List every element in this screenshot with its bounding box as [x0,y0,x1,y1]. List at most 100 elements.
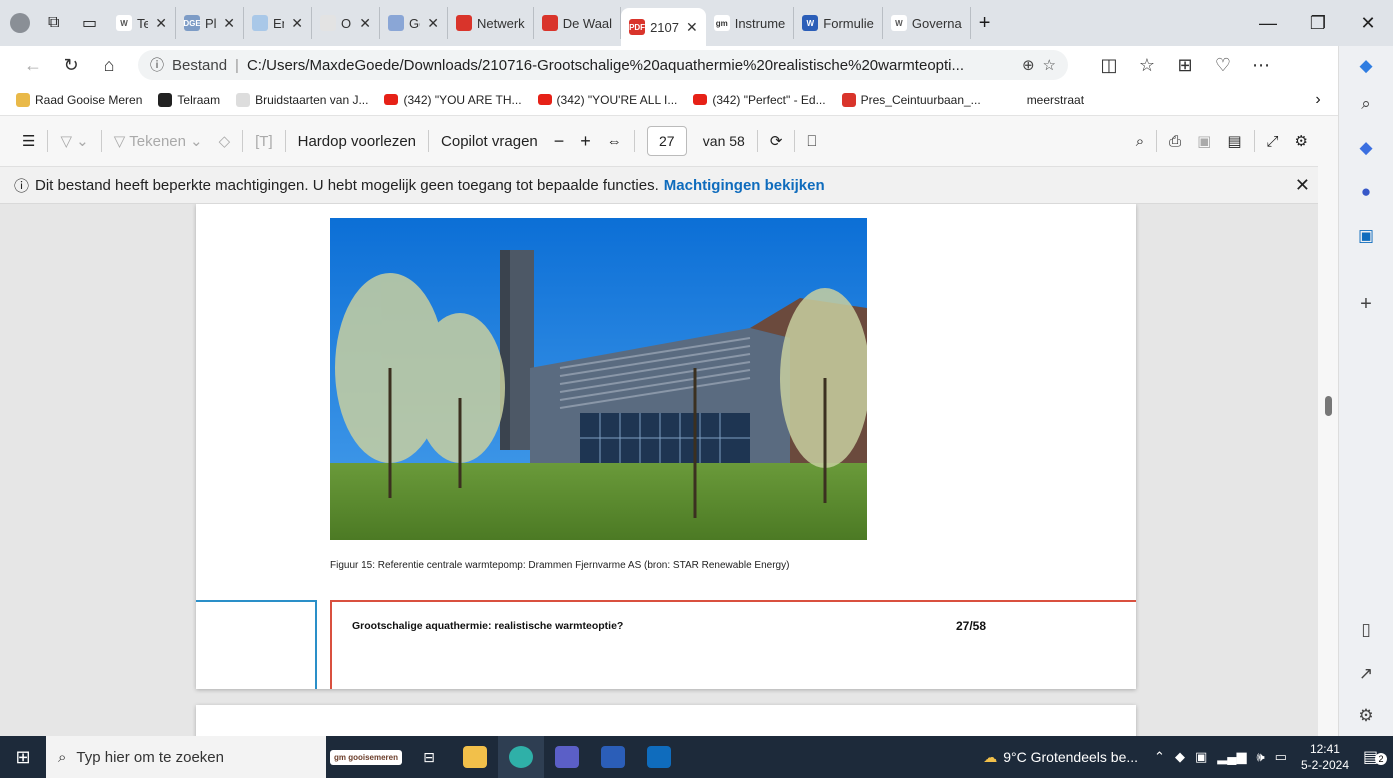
browser-tab[interactable]: W Terr ✕ [108,7,176,39]
view-permissions-link[interactable]: Machtigingen bekijken [664,177,825,194]
gooisemeren-app[interactable]: gm gooisemeren [326,736,406,778]
search-sidebar-icon[interactable]: ⌕ [1352,90,1380,118]
weather-widget[interactable]: ☁ 9°C Grotendeels be... [983,749,1138,766]
wifi-icon[interactable]: ▂▄▆ [1217,749,1246,765]
copilot-button[interactable]: Copilot vragen [433,133,546,150]
browser-tab[interactable]: Ont ✕ [312,7,380,39]
scrollbar-thumb[interactable] [1325,396,1332,416]
browser-tab[interactable]: gm Instrume [706,7,795,39]
favorite-item[interactable]: (342) "YOU ARE TH... [378,93,527,107]
favorite-item[interactable]: Bruidstaarten van J... [230,92,374,107]
browser-tab[interactable]: De Waal [534,7,622,39]
office-icon[interactable]: ● [1352,178,1380,206]
text-icon[interactable]: [T] [247,133,281,150]
split-screen-icon[interactable]: ◫ [1090,55,1128,76]
more-icon[interactable]: ⋯ [1242,55,1280,76]
read-aloud-button[interactable]: Hardop voorlezen [290,133,424,150]
close-window-icon[interactable]: ✕ [1343,13,1393,34]
zoom-out-icon[interactable]: − [546,131,573,152]
back-icon[interactable]: ← [14,55,52,76]
start-button[interactable]: ⊞ [0,736,46,778]
dismiss-infobar-icon[interactable]: ✕ [1295,175,1310,196]
profile-avatar[interactable] [0,13,40,33]
browser-tab[interactable]: DGE Plan ✕ [176,7,244,39]
antivirus-icon[interactable]: ◆ [1175,749,1185,765]
network-app-icon[interactable]: ▣ [1195,749,1207,765]
fit-page-icon[interactable]: ⇔ [599,133,630,150]
tab-label: Netwerk [477,15,525,31]
folder-icon [16,92,30,107]
tab-close-icon[interactable]: ✕ [686,19,698,36]
highlight-icon[interactable]: ▽ ⌄ [52,132,96,150]
fullscreen-icon[interactable]: ⤢ [1259,133,1287,150]
file-explorer-icon[interactable] [452,736,498,778]
copilot-icon[interactable]: ◆ [1352,52,1380,80]
refresh-icon[interactable]: ↻ [52,55,90,76]
settings-icon[interactable]: ⚙ [1287,132,1316,150]
favorites-overflow-icon[interactable]: › [1298,91,1338,109]
page-view-icon[interactable]: ⎕ [799,133,824,150]
favorite-item[interactable]: meerstraat [1021,93,1090,107]
contents-icon[interactable]: ☰ [14,132,43,150]
draw-button[interactable]: ▽ Tekenen ⌄ [106,132,211,151]
minimize-icon[interactable]: — [1243,13,1293,34]
volume-icon[interactable]: 🕪 [1256,749,1264,765]
favorite-star-icon[interactable]: ☆ [1043,56,1056,74]
favorite-item[interactable]: Telraam [152,92,226,107]
collections-icon[interactable]: ⧉ [40,14,74,32]
print-icon[interactable]: ⎙ [1161,133,1189,150]
zoom-icon[interactable]: ⊕ [1022,56,1035,74]
word-icon[interactable] [590,736,636,778]
restore-icon[interactable]: ❐ [1293,13,1343,34]
battery-icon[interactable]: ▭ [1275,749,1287,765]
eraser-icon[interactable]: ◇ [211,132,239,150]
outlook-icon[interactable]: ▣ [1352,222,1380,250]
tab-close-icon[interactable]: ✕ [155,15,167,32]
browser-tab[interactable]: W Governa [883,7,971,39]
browser-tab[interactable]: Netwerk [448,7,534,39]
notifications-icon[interactable]: ▤ 2 [1363,747,1393,767]
vertical-scrollbar[interactable] [1318,116,1338,736]
add-sidebar-icon[interactable]: + [1352,290,1380,318]
info-icon[interactable]: ⓘ [150,55,164,75]
favorites-icon[interactable]: ☆ [1128,55,1166,76]
search-icon[interactable]: ⌕ [1128,133,1152,150]
taskbar-search[interactable]: ⌕ Typ hier om te zoeken [46,736,326,778]
pdf-viewer[interactable]: Figuur 15: Referentie centrale warmtepom… [0,204,1338,736]
divider [633,130,635,152]
collections-add-icon[interactable]: ⊞ [1166,55,1204,76]
home-icon[interactable]: ⌂ [90,55,128,76]
browser-tab[interactable]: W Formulie [794,7,883,39]
favorite-item[interactable]: Pres_Ceintuurbaan_... [836,92,987,107]
save-icon[interactable]: ▣ [1189,132,1219,150]
chevron-up-icon[interactable]: ⌃ [1154,749,1165,765]
rotate-icon[interactable]: ⟳ [762,132,791,150]
url-field[interactable]: ⓘ Bestand | C:/Users/MaxdeGoede/Download… [138,50,1068,80]
tab-close-icon[interactable]: ✕ [359,15,371,32]
tab-actions-icon[interactable]: ▭ [74,13,108,33]
page-number-input[interactable]: 27 [646,126,687,156]
tab-close-icon[interactable]: ✕ [291,15,303,32]
clock[interactable]: 12:41 5-2-2024 [1301,741,1349,773]
sidebar-settings-icon[interactable]: ⚙ [1352,702,1380,730]
teams-icon[interactable] [544,736,590,778]
browser-tab[interactable]: Ener ✕ [244,7,312,39]
tab-close-icon[interactable]: ✕ [223,15,235,32]
health-icon[interactable]: ♡ [1204,55,1242,76]
favorite-item[interactable]: (342) "YOU'RE ALL I... [532,93,684,107]
outlook-app-icon[interactable] [636,736,682,778]
tab-close-icon[interactable]: ✕ [427,15,439,32]
save-as-icon[interactable]: ▤ [1219,132,1249,150]
edge-app-icon[interactable] [498,736,544,778]
new-tab-button[interactable]: + [971,12,1007,35]
browser-tab[interactable]: PDF 2107 ✕ [621,8,706,46]
sidebar-toggle-icon[interactable]: ▯ [1352,616,1380,644]
external-link-icon[interactable]: ↗ [1352,660,1380,688]
zoom-in-icon[interactable]: + [572,131,599,152]
favorite-item[interactable]: (342) "Perfect" - Ed... [687,93,831,107]
browser-tab[interactable]: Gen ✕ [380,7,448,39]
tray-icons[interactable]: ⌃ ◆ ▣ ▂▄▆ 🕪 ▭ [1154,749,1287,765]
shopping-icon[interactable]: ◆ [1352,134,1380,162]
task-view-icon[interactable]: ⊟ [406,736,452,778]
favorite-item[interactable]: Raad Gooise Meren [10,92,148,107]
